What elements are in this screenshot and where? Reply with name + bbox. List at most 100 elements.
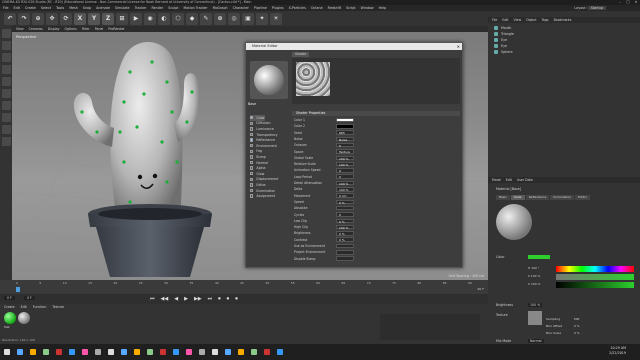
tab-editor[interactable]: Editor xyxy=(575,195,590,200)
property-value[interactable] xyxy=(336,243,354,249)
toolbar-button-10[interactable]: ◉ xyxy=(144,12,156,25)
polygons-mode-icon[interactable] xyxy=(1,89,11,98)
channel-checkbox[interactable] xyxy=(250,183,254,187)
transport-button-8[interactable]: ⏺ xyxy=(235,296,238,302)
toolbar-button-4[interactable]: ⟳ xyxy=(60,12,72,25)
close-icon[interactable]: ✕ xyxy=(457,43,460,50)
property-value[interactable]: 0 % xyxy=(336,231,354,236)
taskbar-app-icon[interactable] xyxy=(43,349,49,355)
object-menu-bookmarks[interactable]: Bookmarks xyxy=(554,17,572,23)
toolbar-button-8[interactable]: ⊞ xyxy=(116,12,128,25)
taskbar-app-icon[interactable] xyxy=(238,349,244,355)
taskbar-app-icon[interactable] xyxy=(82,349,88,355)
toolbar-button-0[interactable]: ↶ xyxy=(4,12,16,25)
toolbar-button-5[interactable]: X xyxy=(74,12,86,25)
channel-checkbox[interactable] xyxy=(250,177,254,182)
property-value[interactable]: 0 xyxy=(336,212,354,217)
object-row[interactable]: Sphere xyxy=(494,49,513,55)
taskbar-app-icon[interactable] xyxy=(173,349,179,355)
tab-color[interactable]: Color xyxy=(510,195,525,200)
sampling-value[interactable]: MIP xyxy=(574,317,579,321)
taskbar-app-icon[interactable] xyxy=(160,349,166,355)
property-value[interactable]: 100 % xyxy=(336,161,354,167)
taskbar-app-icon[interactable] xyxy=(186,349,192,355)
value-slider[interactable] xyxy=(556,282,634,288)
property-value[interactable]: 0 % xyxy=(336,199,354,205)
property-value[interactable]: Texture xyxy=(336,149,354,154)
transport-button-6[interactable]: ⏺ xyxy=(218,296,221,302)
taskbar-app-icon[interactable] xyxy=(30,349,36,355)
toolbar-button-3[interactable]: ✥ xyxy=(46,12,58,25)
transport-button-0[interactable]: ⏮ xyxy=(150,296,155,302)
property-value[interactable]: 0 % xyxy=(336,237,354,242)
property-value[interactable] xyxy=(336,205,354,211)
taskbar-app-icon[interactable] xyxy=(121,349,127,355)
toolbar-button-11[interactable]: ◐ xyxy=(158,12,170,25)
transport-button-5[interactable]: ⏭ xyxy=(208,296,213,302)
property-value[interactable]: 100 % xyxy=(336,187,354,192)
toolbar-button-16[interactable]: ◎ xyxy=(228,12,240,25)
channel-checkbox[interactable] xyxy=(250,138,254,142)
color-field-1[interactable]: S 100 % xyxy=(528,273,541,279)
channel-checkbox[interactable] xyxy=(250,121,254,126)
channel-row[interactable]: Assignment xyxy=(250,193,275,199)
material-thumb-green[interactable] xyxy=(4,312,16,324)
taskbar-app-icon[interactable] xyxy=(69,349,75,355)
color-field-2[interactable]: V 100 % xyxy=(528,281,541,287)
blur-scale-value[interactable]: 0 % xyxy=(574,331,580,335)
property-value[interactable]: 0 % xyxy=(336,218,354,224)
object-menu-file[interactable]: File xyxy=(492,17,497,23)
toolbar-button-13[interactable]: ◆ xyxy=(186,12,198,25)
taskbar-app-icon[interactable] xyxy=(56,349,62,355)
color-field-0[interactable]: H 100 ° xyxy=(528,265,541,271)
taskbar-app-icon[interactable] xyxy=(4,349,10,355)
taskbar-app-icon[interactable] xyxy=(147,349,153,355)
channel-checkbox[interactable] xyxy=(250,160,254,165)
property-value[interactable]: 665 xyxy=(336,130,354,135)
texture-mode-icon[interactable] xyxy=(1,41,11,50)
taskbar-app-icon[interactable] xyxy=(95,349,101,355)
property-value[interactable] xyxy=(336,124,354,129)
color-swatch[interactable] xyxy=(528,255,550,259)
object-menu-object[interactable]: Object xyxy=(526,17,536,23)
channel-checkbox[interactable] xyxy=(250,194,254,198)
start-frame-field[interactable]: 0 F xyxy=(4,296,15,300)
property-value[interactable]: 100 % xyxy=(336,180,354,186)
toolbar-button-1[interactable]: ↷ xyxy=(18,12,30,25)
transport-button-7[interactable]: ⏺ xyxy=(227,296,230,302)
object-menu-edit[interactable]: Edit xyxy=(502,17,508,23)
timeline-playhead[interactable] xyxy=(16,287,20,292)
property-value[interactable] xyxy=(336,250,354,255)
layout-value[interactable]: Startup xyxy=(587,6,606,10)
taskbar-app-icon[interactable] xyxy=(17,349,23,355)
property-value[interactable] xyxy=(336,256,354,261)
model-mode-icon[interactable] xyxy=(1,29,11,38)
property-value[interactable]: 0 xyxy=(336,168,354,173)
transport-button-3[interactable]: ▶ xyxy=(184,296,188,302)
tab-basic[interactable]: Basic xyxy=(496,195,510,200)
property-value[interactable]: 0 xyxy=(336,174,354,179)
taskbar-app-icon[interactable] xyxy=(108,349,114,355)
toolbar-button-2[interactable]: ⊕ xyxy=(32,12,44,25)
timeline[interactable]: 0 5 10 15 20 25 30 35 40 45 50 55 60 65 70 75 80 85 90 90 … xyxy=(0,280,488,294)
material-menu-create[interactable]: Create xyxy=(4,304,15,310)
attribute-menu-user-data[interactable]: User Data xyxy=(517,177,533,183)
channel-checkbox[interactable] xyxy=(250,132,254,137)
snap-icon[interactable] xyxy=(1,125,11,134)
tab-reflectance[interactable]: Reflectance xyxy=(525,195,550,200)
blur-offset-value[interactable]: 0 % xyxy=(574,324,580,328)
taskbar-app-icon[interactable] xyxy=(225,349,231,355)
taskbar-app-icon[interactable] xyxy=(251,349,257,355)
channel-checkbox[interactable] xyxy=(250,155,254,159)
transport-button-1[interactable]: ◀◀ xyxy=(161,296,169,302)
material-thumb-base[interactable] xyxy=(18,312,30,324)
property-value[interactable]: 100 % xyxy=(336,155,354,161)
attribute-menu-mode[interactable]: Mode xyxy=(492,177,501,183)
property-value[interactable]: Noise xyxy=(336,136,354,142)
current-frame-field[interactable]: 0 F xyxy=(24,296,35,300)
channel-checkbox[interactable] xyxy=(250,172,254,176)
toolbar-button-15[interactable]: ⊛ xyxy=(214,12,226,25)
texture-thumbnail[interactable] xyxy=(528,311,542,325)
toolbar-button-7[interactable]: Z xyxy=(102,12,114,25)
saturation-slider[interactable] xyxy=(556,274,634,280)
